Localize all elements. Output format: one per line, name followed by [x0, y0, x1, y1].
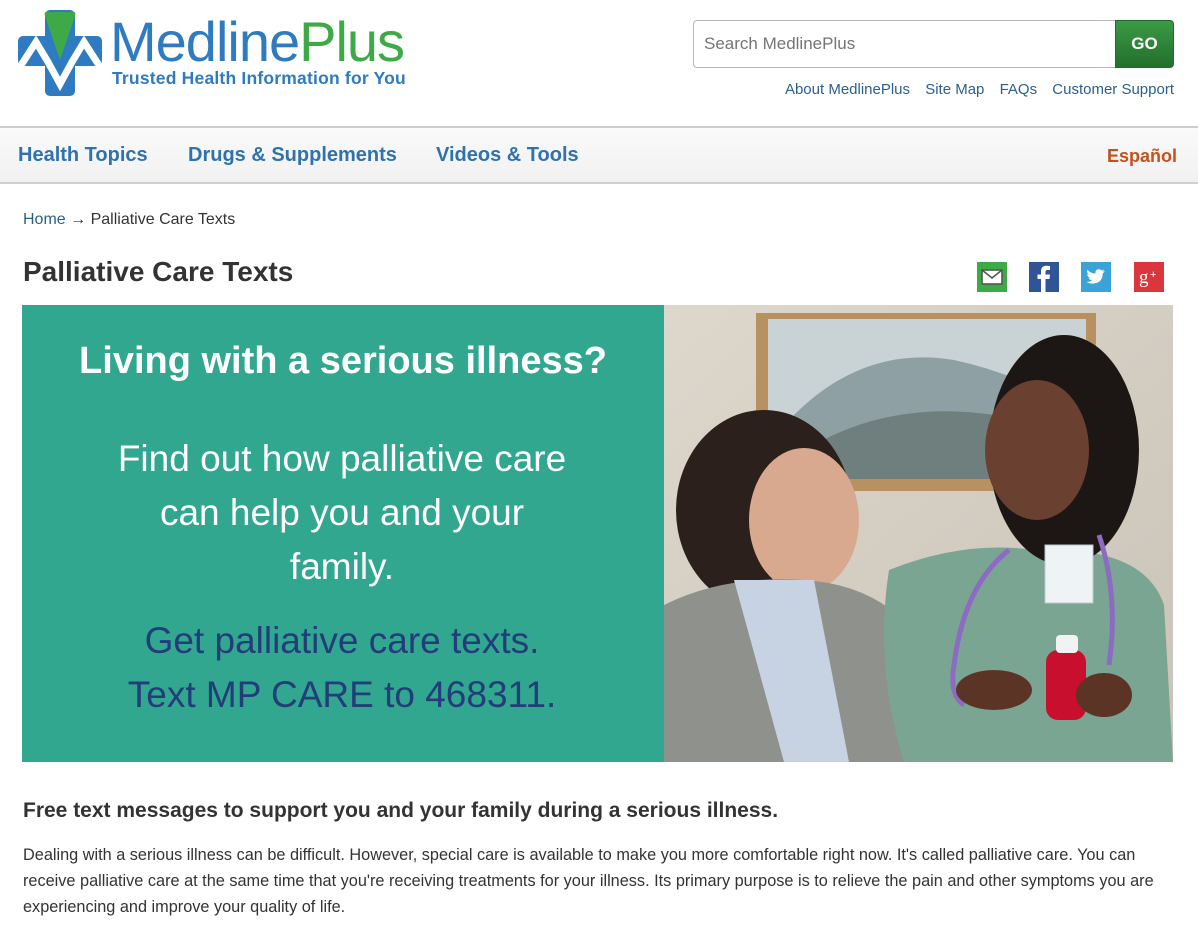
medical-cross-logo-icon: [18, 10, 102, 96]
share-twitter-button[interactable]: [1081, 262, 1111, 292]
svg-text:+: +: [1150, 269, 1156, 281]
breadcrumb-home-link[interactable]: Home: [23, 211, 66, 228]
svg-text:g: g: [1139, 267, 1149, 288]
banner-photo: [664, 305, 1173, 762]
logo-wordmark: MedlinePlus: [110, 10, 405, 73]
espanol-language-link[interactable]: Español: [1107, 146, 1177, 167]
share-email-button[interactable]: [977, 262, 1007, 292]
logo-tagline: Trusted Health Information for You: [112, 68, 406, 88]
google-plus-icon: g +: [1134, 262, 1164, 292]
facebook-icon: [1029, 262, 1059, 292]
banner-cta-line-2: Text MP CARE to 468311.: [127, 674, 557, 715]
search-go-button[interactable]: GO: [1115, 20, 1174, 68]
share-google-plus-button[interactable]: g +: [1134, 262, 1164, 292]
intro-paragraph: Dealing with a serious illness can be di…: [23, 846, 1154, 916]
share-facebook-button[interactable]: [1029, 262, 1059, 292]
twitter-icon: [1081, 262, 1111, 292]
breadcrumb: Home → Palliative Care Texts: [23, 211, 235, 229]
banner-headline: Living with a serious illness?: [79, 340, 607, 382]
banner-text-panel: Living with a serious illness? Find out …: [22, 305, 664, 762]
page-title: Palliative Care Texts: [23, 256, 294, 287]
utility-links: About MedlinePlus Site Map FAQs Customer…: [774, 81, 1174, 98]
nav-health-topics[interactable]: Health Topics: [18, 144, 148, 167]
search-form: GO: [693, 20, 1174, 68]
palliative-care-banner: Living with a serious illness? Find out …: [22, 305, 1173, 762]
nurse-and-patient-photo: [664, 305, 1173, 762]
section-subheading: Free text messages to support you and yo…: [23, 799, 779, 822]
breadcrumb-current: Palliative Care Texts: [90, 211, 236, 228]
search-input[interactable]: [693, 20, 1115, 68]
banner-call-to-action: Get palliative care texts. Text MP CARE …: [82, 614, 602, 722]
about-medlineplus-link[interactable]: About MedlinePlus: [785, 81, 910, 98]
medlineplus-logo[interactable]: MedlinePlus Trusted Health Information f…: [18, 10, 418, 96]
banner-body-text: Find out how palliative care can help yo…: [117, 438, 567, 587]
nav-drugs-supplements[interactable]: Drugs & Supplements: [188, 144, 397, 167]
site-map-link[interactable]: Site Map: [925, 81, 984, 98]
site-header: MedlinePlus Trusted Health Information f…: [0, 0, 1198, 126]
envelope-icon: [977, 262, 1007, 292]
breadcrumb-separator: →: [70, 211, 87, 228]
main-nav: Health Topics Drugs & Supplements Videos…: [0, 126, 1198, 184]
nav-videos-tools[interactable]: Videos & Tools: [436, 144, 579, 167]
faqs-link[interactable]: FAQs: [1000, 81, 1038, 98]
customer-support-link[interactable]: Customer Support: [1052, 81, 1174, 98]
banner-cta-line-1: Get palliative care texts.: [144, 620, 540, 661]
